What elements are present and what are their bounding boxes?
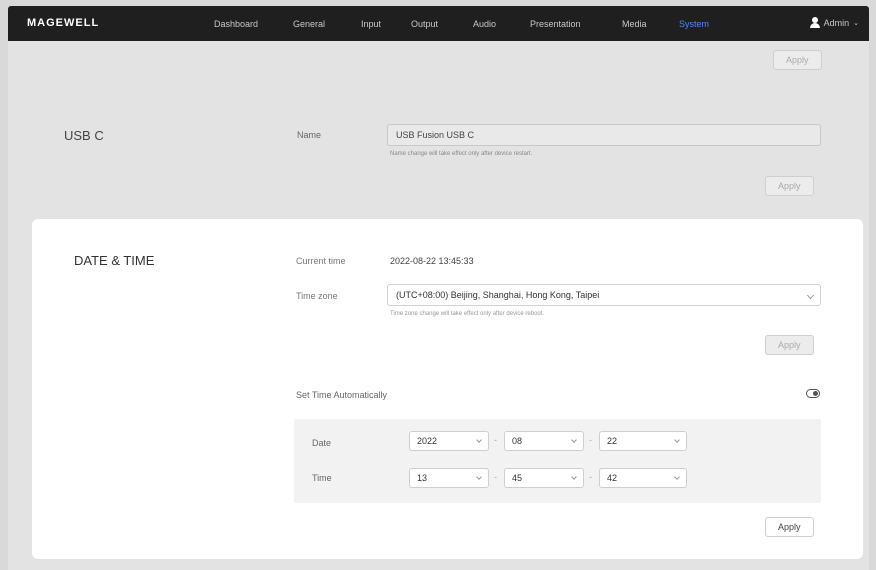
date-year-value: 2022 [417,436,438,446]
time-zone-label: Time zone [296,291,338,301]
date-year-select[interactable]: 2022 [409,431,489,451]
date-month-value: 08 [512,436,523,446]
time-minute-value: 45 [512,473,523,483]
date-month-select[interactable]: 08 [504,431,584,451]
chevron-down-icon [476,437,482,443]
nav-presentation[interactable]: Presentation [530,19,581,29]
time-second-value: 42 [607,473,618,483]
top-apply-button[interactable]: Apply [773,50,822,70]
usb-name-input[interactable]: USB Fusion USB C [387,124,821,146]
nav-media[interactable]: Media [622,19,647,29]
chevron-down-icon: ⌄ [853,19,859,27]
time-zone-value: (UTC+08:00) Beijing, Shanghai, Hong Kong… [396,290,600,300]
date-label: Date [312,438,332,448]
chevron-down-icon [571,474,577,480]
time-hour-value: 13 [417,473,428,483]
usb-section-title: USB C [64,128,104,143]
nav-audio[interactable]: Audio [473,19,496,29]
nav-output[interactable]: Output [411,19,438,29]
date-time-card: DATE & TIME Current time 2022-08-22 13:4… [32,219,863,559]
current-time-label: Current time [296,256,346,266]
time-separator: - [589,472,592,482]
chevron-down-icon [806,291,815,300]
date-time-apply-button[interactable]: Apply [765,517,814,537]
usb-name-hint: Name change will take effect only after … [390,151,533,157]
time-second-select[interactable]: 42 [599,468,687,488]
manual-time-panel: Date 2022 - 08 - 22 Time 13 - 45 - 42 [294,419,821,503]
time-label: Time [312,473,332,483]
time-hour-select[interactable]: 13 [409,468,489,488]
nav-system[interactable]: System [679,19,709,29]
date-separator: - [589,435,592,445]
brand-logo[interactable]: MAGEWELL [27,17,99,29]
date-time-title: DATE & TIME [74,253,155,268]
nav-general[interactable]: General [293,19,325,29]
chevron-down-icon [674,474,680,480]
time-minute-select[interactable]: 45 [504,468,584,488]
date-day-value: 22 [607,436,618,446]
time-separator: - [494,472,497,482]
user-name: Admin [823,17,850,28]
current-time-value: 2022-08-22 13:45:33 [390,256,474,266]
time-zone-select[interactable]: (UTC+08:00) Beijing, Shanghai, Hong Kong… [387,284,821,306]
nav-input[interactable]: Input [361,19,381,29]
chevron-down-icon [674,437,680,443]
chevron-down-icon [476,474,482,480]
user-menu[interactable]: Admin ⌄ [809,17,859,28]
time-zone-apply-button[interactable]: Apply [765,335,814,355]
date-separator: - [494,435,497,445]
usb-name-label: Name [297,130,322,140]
date-day-select[interactable]: 22 [599,431,687,451]
user-icon [809,17,820,28]
time-zone-hint: Time zone change will take effect only a… [390,311,545,317]
usb-apply-button[interactable]: Apply [765,176,814,196]
nav-dashboard[interactable]: Dashboard [214,19,258,29]
chevron-down-icon [571,437,577,443]
set-time-auto-toggle[interactable] [806,389,820,398]
set-time-auto-label: Set Time Automatically [296,390,388,400]
top-nav-bar: MAGEWELL Dashboard General Input Output … [8,6,869,41]
